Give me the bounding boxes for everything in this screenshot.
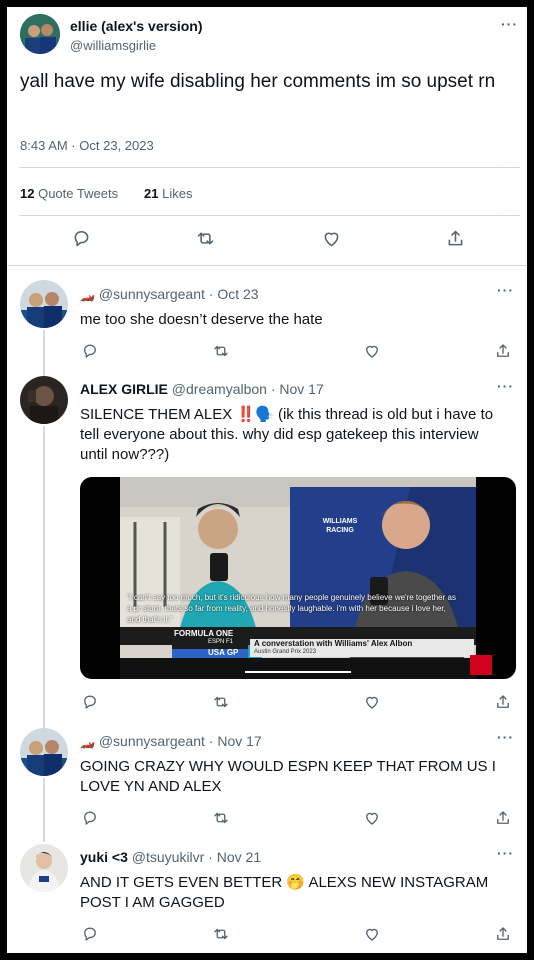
lower-third-title: A converstation with Williams' Alex Albo…: [254, 639, 413, 648]
avatar-photo: [20, 844, 68, 892]
like-count: 21: [144, 186, 159, 201]
avatar-photo: [20, 376, 68, 424]
avatar[interactable]: [20, 14, 60, 54]
car-emoji: 🏎️: [80, 288, 95, 302]
like-icon[interactable]: [361, 691, 383, 713]
reply-text: GOING CRAZY WHY WOULD ESPN KEEP THAT FRO…: [80, 758, 496, 795]
team-backdrop-text: WILLIAMS RACING: [322, 518, 358, 534]
reply-text: SILENCE THEM ALEX ‼️🗣️ (ik this thread i…: [80, 406, 494, 463]
divider: [7, 265, 527, 266]
reply-header: ALEX GIRLIE @dreamyalbon · Nov 17: [80, 381, 324, 397]
more-icon[interactable]: ···: [497, 282, 514, 298]
share-icon[interactable]: [492, 340, 514, 362]
reply-icon[interactable]: [79, 923, 101, 945]
tweet-text: yall have my wife disabling her comments…: [20, 71, 496, 92]
tweet-timestamp[interactable]: 8:43 AM · Oct 23, 2023: [20, 138, 154, 153]
share-icon[interactable]: [492, 807, 514, 829]
video-subtitle: "i can't say too much, but it's ridiculo…: [127, 593, 456, 624]
network-label: ESPN F1: [208, 639, 234, 645]
more-icon[interactable]: ···: [501, 16, 518, 32]
reply-header: yuki <3 @tsuyukilvr · Nov 21: [80, 849, 261, 865]
avatar[interactable]: [20, 844, 68, 892]
quote-label: Quote Tweets: [38, 186, 119, 201]
author-name[interactable]: ellie (alex's version): [70, 18, 203, 34]
like-icon[interactable]: [320, 227, 342, 249]
reply-action-bar: [7, 807, 527, 829]
more-icon[interactable]: ···: [497, 845, 514, 861]
avatar[interactable]: [20, 728, 68, 776]
reply-action-bar: [7, 923, 527, 945]
more-icon[interactable]: ···: [497, 378, 514, 394]
share-icon[interactable]: [492, 923, 514, 945]
share-icon[interactable]: [444, 227, 466, 249]
reply-name[interactable]: yuki <3: [80, 849, 128, 865]
likes-stat[interactable]: 21 Likes: [144, 186, 192, 201]
reply-handle[interactable]: @sunnysargeant: [99, 733, 205, 749]
reply-date[interactable]: · Nov 17: [209, 733, 262, 749]
main-action-bar: [7, 227, 527, 249]
reply-icon[interactable]: [70, 227, 92, 249]
reply-date[interactable]: · Nov 21: [208, 849, 261, 865]
reply-handle[interactable]: @tsuyukilvr: [132, 849, 205, 865]
video-media[interactable]: WILLIAMS RACING "i can't say too much, b…: [80, 477, 516, 679]
quote-count: 12: [20, 186, 35, 201]
like-label: Likes: [162, 186, 193, 201]
reply-icon[interactable]: [79, 807, 101, 829]
reply-name[interactable]: ALEX GIRLIE: [80, 381, 168, 397]
retweet-icon[interactable]: [194, 227, 216, 249]
reply-handle[interactable]: @sunnysargeant: [99, 286, 205, 302]
reply-date[interactable]: · Nov 17: [271, 381, 324, 397]
reply-header: 🏎️ @sunnysargeant · Oct 23: [80, 286, 259, 302]
like-icon[interactable]: [361, 923, 383, 945]
retweet-icon[interactable]: [210, 923, 232, 945]
banner-label: FORMULA ONE: [174, 629, 234, 638]
more-icon[interactable]: ···: [497, 729, 514, 745]
avatar-photo: [20, 728, 68, 776]
avatar[interactable]: [20, 280, 68, 328]
author-handle[interactable]: @williamsgirlie: [70, 38, 156, 53]
thread-line: [43, 426, 45, 728]
avatar[interactable]: [20, 376, 68, 424]
avatar-photo: [20, 280, 68, 328]
divider: [19, 215, 520, 216]
reply-icon[interactable]: [79, 340, 101, 362]
reply-date[interactable]: · Oct 23: [209, 286, 259, 302]
reply-text: AND IT GETS EVEN BETTER 🤭 ALEXS NEW INST…: [80, 874, 489, 911]
lower-third-subtitle: Austin Grand Prix 2023: [254, 649, 317, 655]
reply-action-bar: [7, 691, 527, 713]
divider: [19, 167, 520, 168]
share-icon[interactable]: [492, 691, 514, 713]
reply-action-bar: [7, 340, 527, 362]
reply-header: 🏎️ @sunnysargeant · Nov 17: [80, 733, 262, 749]
retweet-icon[interactable]: [210, 340, 232, 362]
reply-text: me too she doesn’t deserve the hate: [80, 311, 323, 328]
retweet-icon[interactable]: [210, 691, 232, 713]
quote-tweets-stat[interactable]: 12 Quote Tweets: [20, 186, 118, 201]
car-emoji: 🏎️: [80, 735, 95, 749]
like-icon[interactable]: [361, 340, 383, 362]
reply-icon[interactable]: [79, 691, 101, 713]
event-label: USA GP: [208, 648, 239, 657]
tweet-thread: ellie (alex's version) @williamsgirlie ·…: [7, 7, 527, 953]
reply-handle[interactable]: @dreamyalbon: [172, 381, 267, 397]
retweet-icon[interactable]: [210, 807, 232, 829]
avatar-photo: [20, 14, 60, 54]
like-icon[interactable]: [361, 807, 383, 829]
